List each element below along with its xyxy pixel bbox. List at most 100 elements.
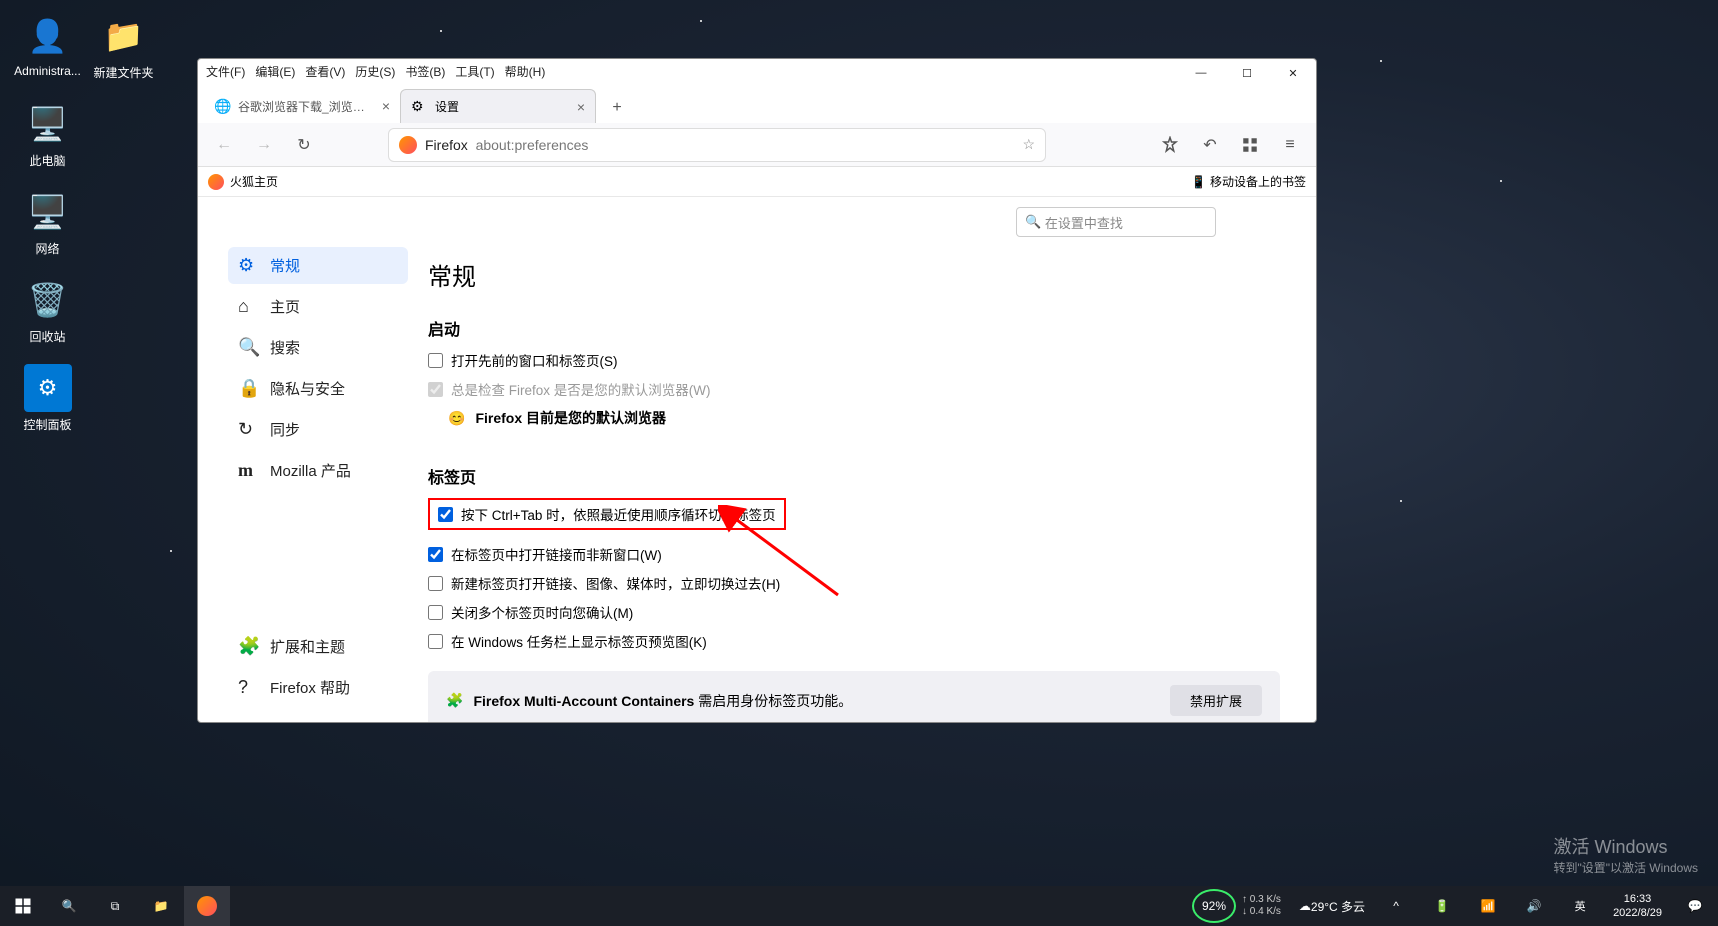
star-bookmark-icon[interactable]: ☆ — [1022, 136, 1035, 153]
close-tab-icon[interactable]: × — [382, 98, 390, 114]
checkbox-always-check-default[interactable]: 总是检查 Firefox 是否是您的默认浏览器(W) — [428, 379, 1280, 399]
reload-button[interactable]: ↻ — [288, 129, 320, 161]
mobile-bookmarks-icon: 📱 — [1191, 175, 1206, 189]
task-view-button[interactable]: ⧉ — [92, 886, 138, 926]
menu-help[interactable]: 帮助(H) — [505, 63, 546, 80]
recycle-bin-desktop-icon[interactable]: 🗑️ 回收站 — [10, 276, 85, 345]
menu-tools[interactable]: 工具(T) — [455, 63, 494, 80]
undo-icon[interactable]: ↶ — [1194, 129, 1226, 161]
clock[interactable]: 16:33 2022/8/29 — [1603, 892, 1672, 920]
tray-chevron-up-icon[interactable]: ^ — [1373, 886, 1419, 926]
sync-icon: ↻ — [238, 419, 258, 440]
checkbox-taskbar-preview[interactable]: 在 Windows 任务栏上显示标签页预览图(K) — [428, 631, 1280, 651]
close-button[interactable]: ✕ — [1270, 59, 1316, 87]
tray-wifi-icon[interactable]: 📶 — [1465, 886, 1511, 926]
notifications-button[interactable]: 💬 — [1672, 886, 1718, 926]
sidebar-item-mozilla[interactable]: m Mozilla 产品 — [228, 452, 408, 489]
user-admin-desktop-icon[interactable]: 👤 Administra... — [10, 12, 85, 78]
settings-content: ⚙ 常规 ⌂ 主页 🔍 搜索 🔒 隐私与安全 ↻ 同步 m Mozilla 产品 — [198, 197, 1316, 722]
menu-view[interactable]: 查看(V) — [305, 63, 345, 80]
checkbox-input[interactable] — [428, 353, 443, 368]
sidebar-item-general[interactable]: ⚙ 常规 — [228, 247, 408, 284]
taskbar-file-explorer[interactable]: 📁 — [138, 886, 184, 926]
sidebar-label: 搜索 — [270, 337, 300, 358]
start-button[interactable] — [0, 886, 46, 926]
tray-battery-icon[interactable]: 🔋 — [1419, 886, 1465, 926]
puzzle-icon: 🧩 — [238, 636, 258, 657]
close-tab-icon[interactable]: × — [577, 99, 585, 115]
sidebar-item-privacy[interactable]: 🔒 隐私与安全 — [228, 370, 408, 407]
checkbox-warn-close-multiple[interactable]: 关闭多个标签页时向您确认(M) — [428, 602, 1280, 622]
app-menu-button[interactable]: ≡ — [1274, 129, 1306, 161]
folder-icon: 📁 — [100, 12, 148, 60]
settings-search-input[interactable]: 🔍 在设置中查找 — [1016, 207, 1216, 237]
checkbox-input[interactable] — [428, 634, 443, 649]
sidebar-item-sync[interactable]: ↻ 同步 — [228, 411, 408, 448]
help-icon: ? — [238, 677, 258, 698]
checkbox-input[interactable] — [428, 605, 443, 620]
home-icon: ⌂ — [238, 296, 258, 317]
new-tab-button[interactable]: + — [602, 93, 632, 123]
tab-settings[interactable]: ⚙ 设置 × — [400, 89, 596, 123]
checkbox-open-previous[interactable]: 打开先前的窗口和标签页(S) — [428, 350, 1280, 370]
checkbox-input[interactable] — [438, 507, 453, 522]
icon-label: Administra... — [10, 64, 85, 78]
tabs-heading: 标签页 — [428, 464, 1280, 488]
minimize-button[interactable]: — — [1178, 59, 1224, 87]
sidebar-item-search[interactable]: 🔍 搜索 — [228, 329, 408, 366]
sidebar-label: Firefox 帮助 — [270, 677, 350, 698]
network-desktop-icon[interactable]: 🖥️ 网络 — [10, 188, 85, 257]
window-controls: — ☐ ✕ — [1178, 59, 1316, 87]
performance-widget[interactable]: 92% — [1192, 889, 1236, 923]
tray-volume-icon[interactable]: 🔊 — [1511, 886, 1557, 926]
menu-history[interactable]: 历史(S) — [355, 63, 395, 80]
menu-edit[interactable]: 编辑(E) — [255, 63, 295, 80]
search-placeholder: 在设置中查找 — [1045, 213, 1123, 232]
control-panel-desktop-icon[interactable]: ⚙ 控制面板 — [10, 364, 85, 433]
windows-taskbar: 🔍 ⧉ 📁 92% ↑ 0.3 K/s ↓ 0.4 K/s ☁ 29°C 多云 … — [0, 886, 1718, 926]
checkbox-open-links-in-tabs[interactable]: 在标签页中打开链接而非新窗口(W) — [428, 544, 1280, 564]
firefox-logo-small-icon — [208, 174, 224, 190]
gear-icon: ⚙ — [238, 255, 258, 276]
status-text: Firefox 目前是您的默认浏览器 — [475, 408, 666, 428]
network-icon: 🖥️ — [24, 188, 72, 236]
checkbox-input[interactable] — [428, 382, 443, 397]
checkbox-input[interactable] — [428, 547, 443, 562]
disable-extension-button[interactable]: 禁用扩展 — [1170, 685, 1262, 716]
checkbox-label: 在标签页中打开链接而非新窗口(W) — [451, 544, 662, 564]
maximize-button[interactable]: ☐ — [1224, 59, 1270, 87]
menu-file[interactable]: 文件(F) — [206, 63, 245, 80]
sidebar-label: 主页 — [270, 296, 300, 317]
this-pc-desktop-icon[interactable]: 🖥️ 此电脑 — [10, 100, 85, 169]
forward-button[interactable]: → — [248, 129, 280, 161]
menu-bar: 文件(F) 编辑(E) 查看(V) 历史(S) 书签(B) 工具(T) 帮助(H… — [198, 59, 1316, 83]
person-icon: 👤 — [24, 12, 72, 60]
sidebar-item-help[interactable]: ? Firefox 帮助 — [228, 669, 408, 706]
url-display: Firefox about:preferences — [425, 137, 588, 153]
new-folder-desktop-icon[interactable]: 📁 新建文件夹 — [86, 12, 161, 81]
checkbox-input[interactable] — [428, 576, 443, 591]
settings-main: 🔍 在设置中查找 常规 启动 打开先前的窗口和标签页(S) 总是检查 Firef… — [408, 197, 1316, 722]
menu-bookmarks[interactable]: 书签(B) — [405, 63, 445, 80]
checkbox-switch-to-new-tab[interactable]: 新建标签页打开链接、图像、媒体时，立即切换过去(H) — [428, 573, 1280, 593]
weather-widget[interactable]: ☁ 29°C 多云 — [1291, 886, 1373, 926]
highlighted-setting-box: 按下 Ctrl+Tab 时，依照最近使用顺序循环切换标签页 — [428, 498, 786, 530]
bookmark-mobile[interactable]: 移动设备上的书签 — [1210, 173, 1306, 190]
back-button[interactable]: ← — [208, 129, 240, 161]
search-icon: 🔍 — [1025, 214, 1041, 230]
pin-icon[interactable] — [1154, 129, 1186, 161]
startup-heading: 启动 — [428, 316, 1280, 340]
bookmark-firefox-home[interactable]: 火狐主页 — [230, 173, 278, 190]
search-button[interactable]: 🔍 — [46, 886, 92, 926]
checkbox-ctrl-tab-order[interactable]: 按下 Ctrl+Tab 时，依照最近使用顺序循环切换标签页 — [438, 504, 776, 524]
sidebar-item-extensions[interactable]: 🧩 扩展和主题 — [228, 628, 408, 665]
tab-chrome-download[interactable]: 🌐 谷歌浏览器下载_浏览器官网入口 × — [204, 89, 400, 123]
tab-bar: 🌐 谷歌浏览器下载_浏览器官网入口 × ⚙ 设置 × + — [198, 83, 1316, 123]
address-bar[interactable]: Firefox about:preferences ☆ — [388, 128, 1046, 162]
extensions-icon[interactable] — [1234, 129, 1266, 161]
tray-ime-icon[interactable]: 英 — [1557, 886, 1603, 926]
gear-favicon-icon: ⚙ — [411, 99, 427, 115]
sidebar-item-home[interactable]: ⌂ 主页 — [228, 288, 408, 325]
taskbar-firefox[interactable] — [184, 886, 230, 926]
network-speed: ↑ 0.3 K/s ↓ 0.4 K/s — [1242, 894, 1281, 918]
